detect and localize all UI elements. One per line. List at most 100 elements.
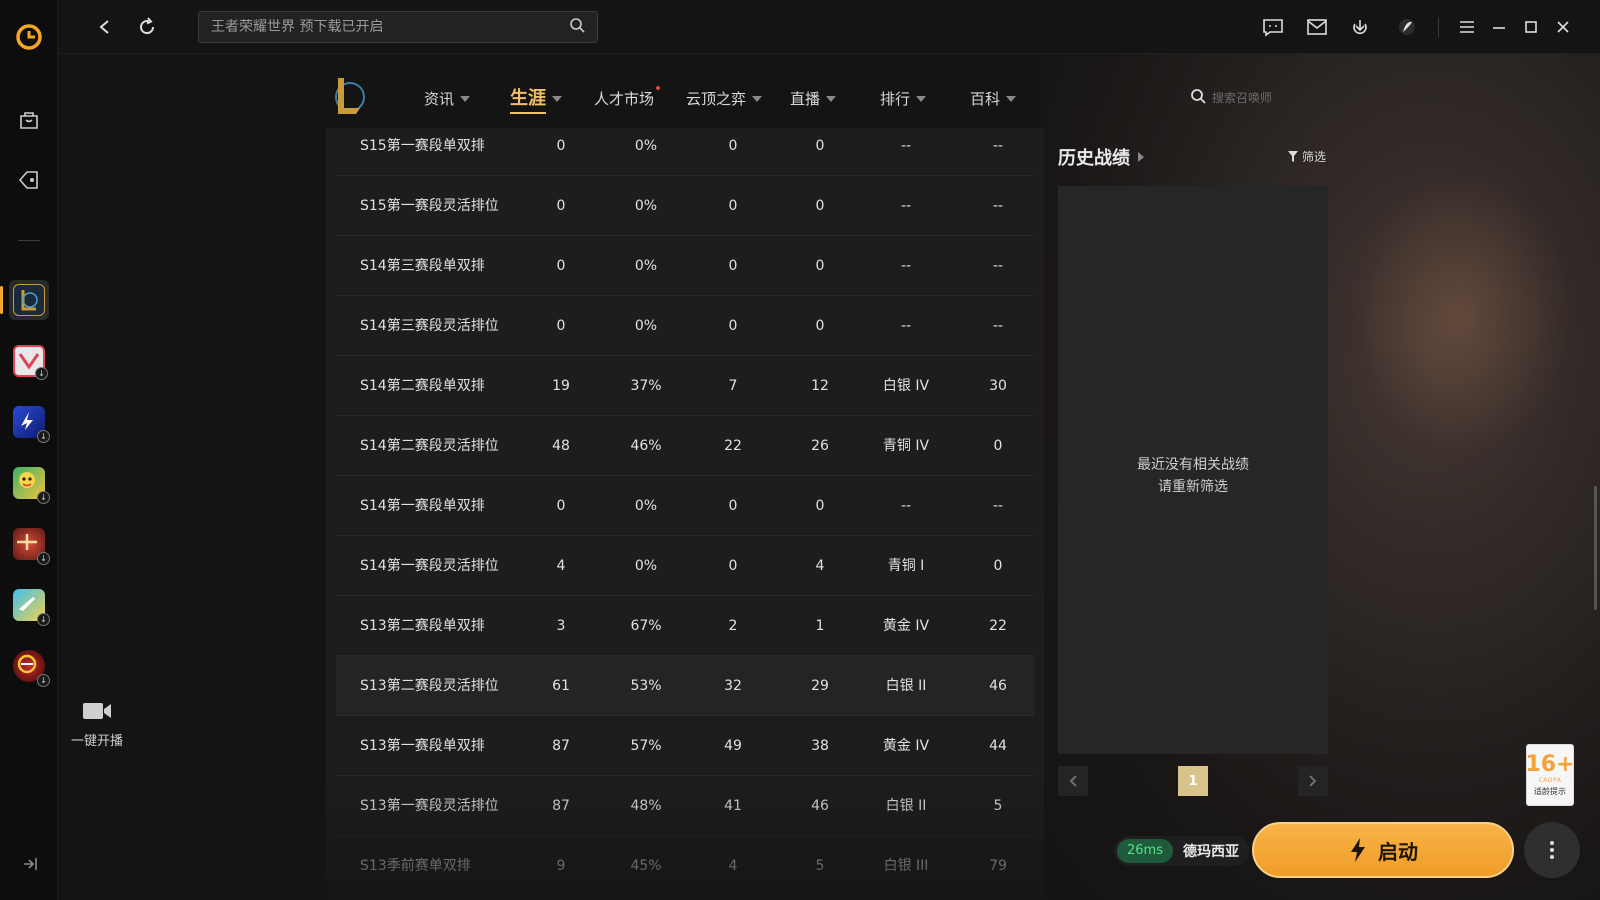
game-red-emblem-icon[interactable]: ↓ [9,524,50,565]
nav-item-label: 资讯 [424,90,455,108]
table-row[interactable]: S13第二赛段灵活排位 61 53% 32 29 白银 II 46 [336,656,1034,716]
table-row[interactable]: S15第一赛段单双排 0 0% 0 0 -- -- [336,128,1034,176]
nav-item-label: 云顶之弈 [686,90,747,108]
download-manager-icon[interactable] [1347,14,1373,40]
maximize-icon[interactable] [1518,14,1544,40]
table-row[interactable]: S14第一赛段单双排 0 0% 0 0 -- -- [336,476,1034,536]
season-name-cell: S14第三赛段灵活排位 [360,318,499,334]
more-options-button[interactable] [1524,822,1580,878]
table-row[interactable]: S14第二赛段灵活排位 48 46% 22 26 青铜 IV 0 [336,416,1034,476]
rank-tier-cell: 白银 IV [882,378,930,394]
table-row[interactable]: S13第二赛段单双排 3 67% 2 1 黄金 IV 22 [336,596,1034,656]
back-arrow-icon[interactable] [92,14,118,40]
summoner-search-input[interactable] [1212,91,1322,105]
global-search-input[interactable] [211,19,569,35]
game-blue-icon[interactable]: ↓ [9,402,50,443]
history-title-text: 历史战绩 [1058,148,1130,169]
store-bag-icon[interactable] [9,100,49,140]
chevron-down-icon [460,95,471,102]
tag-icon[interactable] [9,160,49,200]
league-points-cell: 0 [993,438,1003,454]
search-icon[interactable] [569,17,585,37]
app-logo-icon[interactable] [9,17,49,57]
nav-item-career[interactable]: 生涯 [510,84,562,114]
nav-item-wiki[interactable]: 百科 [970,88,1017,109]
prev-page-button[interactable] [1058,766,1088,796]
search-icon[interactable] [1190,88,1206,108]
losses-count-cell: 0 [815,318,825,334]
next-page-button[interactable] [1298,766,1328,796]
table-row[interactable]: S15第一赛段灵活排位 0 0% 0 0 -- -- [336,176,1034,236]
season-name-cell: S14第三赛段单双排 [360,258,485,274]
table-row[interactable]: S13第一赛段单双排 87 57% 49 38 黄金 IV 44 [336,716,1034,776]
menu-icon[interactable] [1454,14,1480,40]
games-count-cell: 4 [556,558,566,574]
page-scrollbar[interactable] [1594,486,1597,610]
games-count-cell: 19 [552,378,570,394]
page-number-button[interactable]: 1 [1178,766,1208,796]
wins-count-cell: 2 [728,618,738,634]
lol-logo-icon[interactable] [328,74,366,116]
one-click-live-button[interactable]: 一键开播 [62,700,132,749]
filter-button[interactable]: 筛选 [1288,148,1326,165]
expand-sidebar-icon[interactable] [20,854,40,874]
history-title[interactable]: 历史战绩 [1058,144,1144,170]
table-row[interactable]: S14第三赛段灵活排位 0 0% 0 0 -- -- [336,296,1034,356]
rank-tier-cell: 青铜 I [887,558,925,574]
table-row[interactable]: S14第一赛段灵活排位 4 0% 0 4 青铜 I 0 [336,536,1034,596]
nav-item-talent-market[interactable]: 人才市场 [594,86,661,109]
global-search-box[interactable] [198,11,598,43]
table-row[interactable]: S13第一赛段灵活排位 87 48% 41 46 白银 II 5 [336,776,1034,836]
nav-item-ranking[interactable]: 排行 [880,88,927,109]
nav-item-label: 排行 [880,90,911,108]
minimize-icon[interactable] [1486,14,1512,40]
rank-stats-table: S15第一赛段单双排 0 0% 0 0 -- -- S15第一赛段灵活排位 0 0% 0 0 -- -- S… [326,128,1044,900]
wins-count-cell: 7 [728,378,738,394]
rank-tier-cell: -- [900,258,912,274]
history-list: 最近没有相关战绩 请重新筛选 [1058,186,1328,754]
server-selector[interactable]: 26ms 德玛西亚 [1114,836,1249,866]
download-badge-icon: ↓ [37,430,50,443]
season-name-cell: S13第二赛段单双排 [360,618,485,634]
game-crossfire-icon[interactable]: ↓ [9,646,50,687]
game-lol-icon[interactable] [9,280,49,320]
nav-item-live[interactable]: 直播 [790,88,837,109]
nav-item-news[interactable]: 资讯 [424,88,471,109]
summoner-search[interactable] [1190,88,1322,108]
table-row[interactable]: S14第二赛段单双排 19 37% 7 12 白银 IV 30 [336,356,1034,416]
game-plane-icon[interactable]: ↓ [9,585,50,626]
rank-tier-cell: -- [900,318,912,334]
games-count-cell: 0 [556,498,566,514]
table-row[interactable]: S14第三赛段单双排 0 0% 0 0 -- -- [336,236,1034,296]
launch-button[interactable]: 启动 [1252,822,1514,878]
user-avatar[interactable] [1394,14,1420,40]
mail-icon[interactable] [1304,14,1330,40]
nav-item-tft[interactable]: 云顶之弈 [686,88,763,109]
games-count-cell: 0 [556,318,566,334]
table-row[interactable]: S13季前赛单双排 9 45% 4 5 白银 III 79 [336,836,1034,896]
rank-tier-cell: -- [900,138,912,154]
active-indicator [0,286,3,314]
games-count-cell: 0 [556,258,566,274]
losses-count-cell: 26 [811,438,829,454]
close-icon[interactable] [1550,14,1576,40]
season-name-cell: S14第二赛段单双排 [360,378,485,394]
wins-count-cell: 49 [724,738,742,754]
chat-icon[interactable] [1260,14,1286,40]
games-count-cell: 0 [556,198,566,214]
win-rate-cell: 53% [630,678,662,694]
losses-count-cell: 0 [815,138,825,154]
season-name-cell: S13第二赛段灵活排位 [360,678,499,694]
refresh-icon[interactable] [134,14,160,40]
rank-tier-cell: 白银 III [883,858,929,874]
game-cartoon-icon[interactable]: ↓ [9,463,50,504]
league-points-cell: 44 [989,738,1007,754]
notification-dot [656,86,661,90]
league-points-cell: 30 [989,378,1007,394]
topbar-divider [1438,17,1439,37]
download-badge-icon: ↓ [37,674,50,687]
game-valorant-icon[interactable]: ↓ [9,341,49,381]
league-points-cell: -- [992,198,1004,214]
wins-count-cell: 4 [728,858,738,874]
league-points-cell: -- [992,138,1004,154]
